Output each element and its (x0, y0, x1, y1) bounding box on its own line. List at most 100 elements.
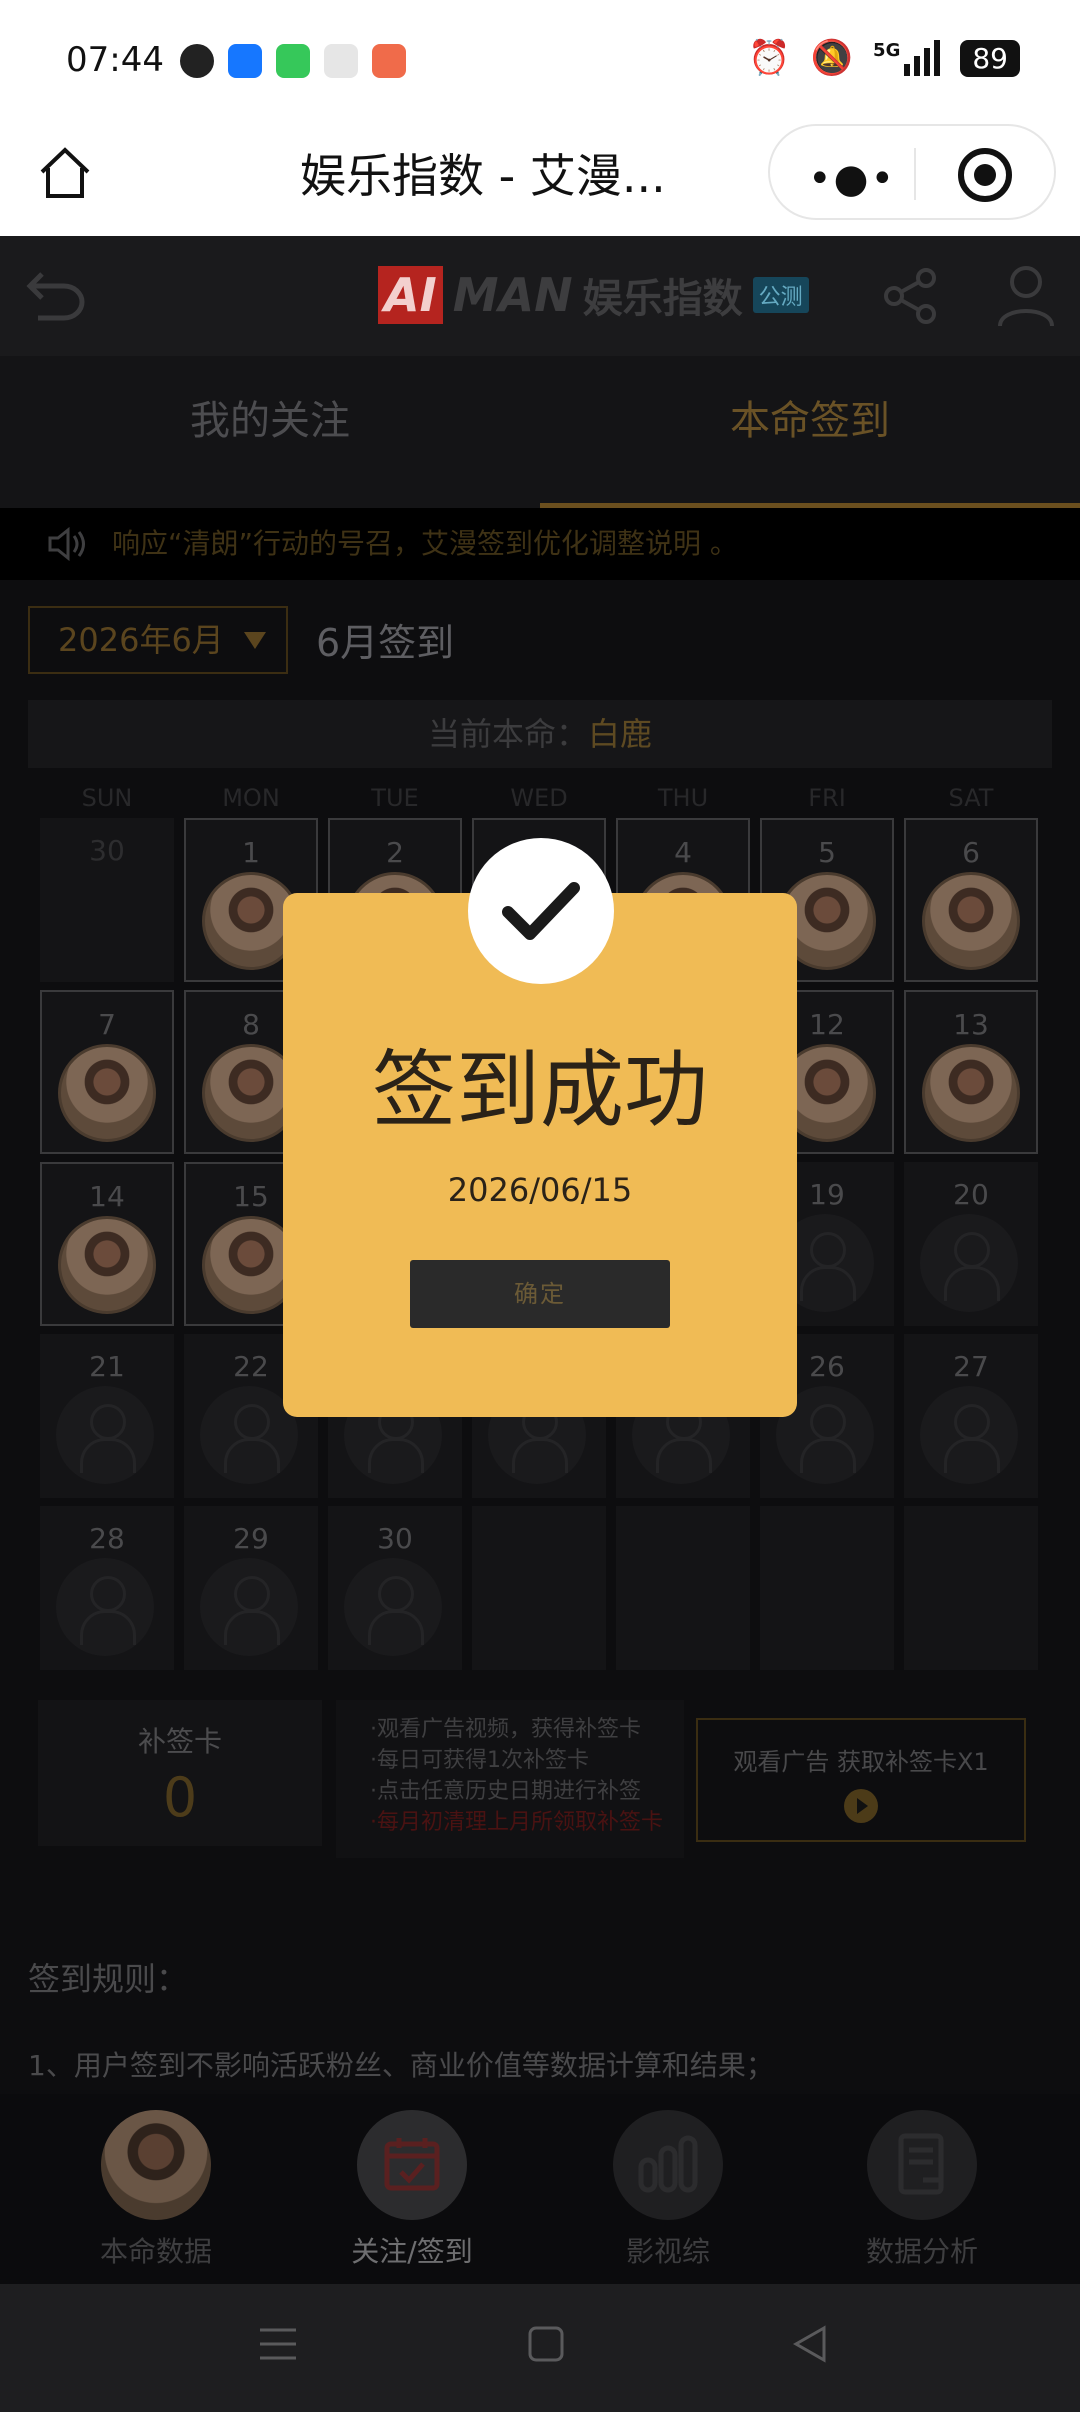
makeup-rules: ·观看广告视频，获得补签卡 ·每日可获得1次补签卡 ·点击任意历史日期进行补签 … (336, 1700, 684, 1858)
share-icon[interactable] (880, 266, 940, 326)
day-number: 1 (242, 836, 260, 869)
avatar (922, 872, 1020, 970)
calendar-day[interactable]: 28 (40, 1506, 174, 1670)
dialog-date: 2026/06/15 (447, 1171, 633, 1209)
speaker-icon (48, 526, 85, 562)
weekday-label: FRI (808, 784, 846, 812)
calendar-day[interactable]: 21 (40, 1334, 174, 1498)
user-placeholder-icon (920, 1386, 1018, 1484)
calendar-day[interactable]: 30 (328, 1506, 462, 1670)
calendar-day-prev-month[interactable]: 30 (40, 818, 174, 982)
avatar (101, 2110, 211, 2220)
system-nav-bar (0, 2284, 1080, 2412)
calendar-day[interactable]: 14 (40, 1162, 174, 1326)
calendar-check-icon (357, 2110, 467, 2220)
weekday-label: THU (657, 784, 709, 812)
avatar (58, 1044, 156, 1142)
home-square-icon[interactable] (526, 2324, 566, 2364)
day-number: 20 (953, 1178, 989, 1211)
tab-my-follows[interactable]: 我的关注 (0, 356, 540, 508)
nav-film-tv[interactable]: 影视综 (568, 2110, 768, 2270)
avatar (58, 1216, 156, 1314)
rules-item: 1、用户签到不影响活跃粉丝、商业价值等数据计算和结果； (28, 2049, 774, 2082)
more-icon[interactable]: •●• (808, 156, 896, 202)
watch-ad-button[interactable]: 观看广告 获取补签卡X1 (696, 1718, 1026, 1842)
day-number: 21 (89, 1350, 125, 1383)
makeup-card-box: 补签卡 0 (38, 1700, 322, 1846)
mute-icon: 🔕 (810, 38, 854, 78)
logo: AI MAN 娱乐指数 公测 (378, 266, 809, 324)
back-icon[interactable] (24, 266, 88, 322)
day-number: 13 (953, 1008, 989, 1041)
day-number: 14 (89, 1180, 125, 1213)
calendar-day[interactable]: 13 (904, 990, 1038, 1154)
notice-bar[interactable]: 响应“清朗”行动的号召，艾漫签到优化调整说明 。 (0, 508, 1080, 580)
tab-bar: 我的关注 本命签到 (0, 356, 1080, 508)
weekday-label: WED (510, 784, 568, 812)
mini-program-bar: 娱乐指数 - 艾漫... •●• (0, 118, 1080, 236)
status-bar: 07:44 ⏰ 🔕 5G 89 (0, 0, 1080, 118)
menu-icon[interactable] (258, 2324, 298, 2364)
confirm-button[interactable]: 确定 (410, 1260, 670, 1328)
month-select[interactable]: 2026年6月 (28, 606, 288, 674)
calendar-day[interactable]: 20 (904, 1162, 1038, 1326)
user-icon[interactable] (996, 264, 1056, 328)
status-time: 07:44 (66, 40, 164, 80)
current-idol: 当前本命：白鹿 (28, 700, 1052, 768)
calendar-day[interactable]: 27 (904, 1334, 1038, 1498)
calendar-day[interactable]: 6 (904, 818, 1038, 982)
user-placeholder-icon (56, 1558, 154, 1656)
user-placeholder-icon (56, 1386, 154, 1484)
bar-chart-icon (613, 2110, 723, 2220)
calendar-empty-cell (472, 1506, 606, 1670)
current-idol-name: 白鹿 (588, 715, 653, 753)
makeup-card-count: 0 (162, 1766, 198, 1829)
beta-badge: 公测 (752, 277, 809, 313)
document-icon (867, 2110, 977, 2220)
day-number: 2 (386, 836, 404, 869)
nav-data-analysis[interactable]: 数据分析 (822, 2110, 1022, 2270)
day-number: 30 (89, 834, 125, 867)
signal-icon: 5G (873, 40, 941, 76)
day-number: 5 (818, 836, 836, 869)
nav-idol-data[interactable]: 本命数据 (56, 2110, 256, 2270)
day-number: 30 (377, 1522, 413, 1555)
bottom-nav: 本命数据 关注/签到 影视综 数据分析 (0, 2094, 1080, 2284)
weekday-label: TUE (371, 784, 419, 812)
map-icon (324, 44, 358, 78)
weekday-label: SAT (948, 784, 994, 812)
tab-checkin[interactable]: 本命签到 (540, 356, 1080, 508)
home-icon[interactable] (34, 142, 96, 204)
user-placeholder-icon (344, 1558, 442, 1656)
calendar-day[interactable]: 29 (184, 1506, 318, 1670)
calendar-empty-cell (760, 1506, 894, 1670)
page-title: 娱乐指数 - 艾漫... (300, 149, 666, 203)
day-number: 28 (89, 1522, 125, 1555)
oppo-icon (372, 44, 406, 78)
back-triangle-icon[interactable] (790, 2324, 830, 2364)
makeup-card-label: 补签卡 (137, 1725, 222, 1758)
close-mini-program-icon[interactable] (958, 148, 1012, 202)
day-number: 27 (953, 1350, 989, 1383)
weekday-label: MON (222, 784, 280, 812)
weekday-label: SUN (81, 784, 133, 812)
user-placeholder-icon (920, 1214, 1018, 1312)
day-number: 7 (98, 1008, 116, 1041)
wechat-icon (180, 44, 214, 78)
day-number: 4 (674, 836, 692, 869)
check-icon (468, 838, 614, 984)
calendar-day[interactable]: 7 (40, 990, 174, 1154)
notice-text: 响应“清朗”行动的号召，艾漫签到优化调整说明 。 (112, 527, 738, 560)
alipay-icon (228, 44, 262, 78)
user-placeholder-icon (200, 1558, 298, 1656)
calendar-empty-cell (904, 1506, 1038, 1670)
day-number: 6 (962, 836, 980, 869)
calendar-empty-cell (616, 1506, 750, 1670)
nav-follow-checkin[interactable]: 关注/签到 (312, 2110, 512, 2270)
rules-heading: 签到规则： (28, 1960, 189, 1998)
network-type: 5G (873, 40, 901, 61)
alarm-icon: ⏰ (748, 38, 791, 78)
message-icon (276, 44, 310, 78)
month-label: 6月签到 (316, 621, 455, 665)
battery-indicator: 89 (960, 39, 1020, 77)
